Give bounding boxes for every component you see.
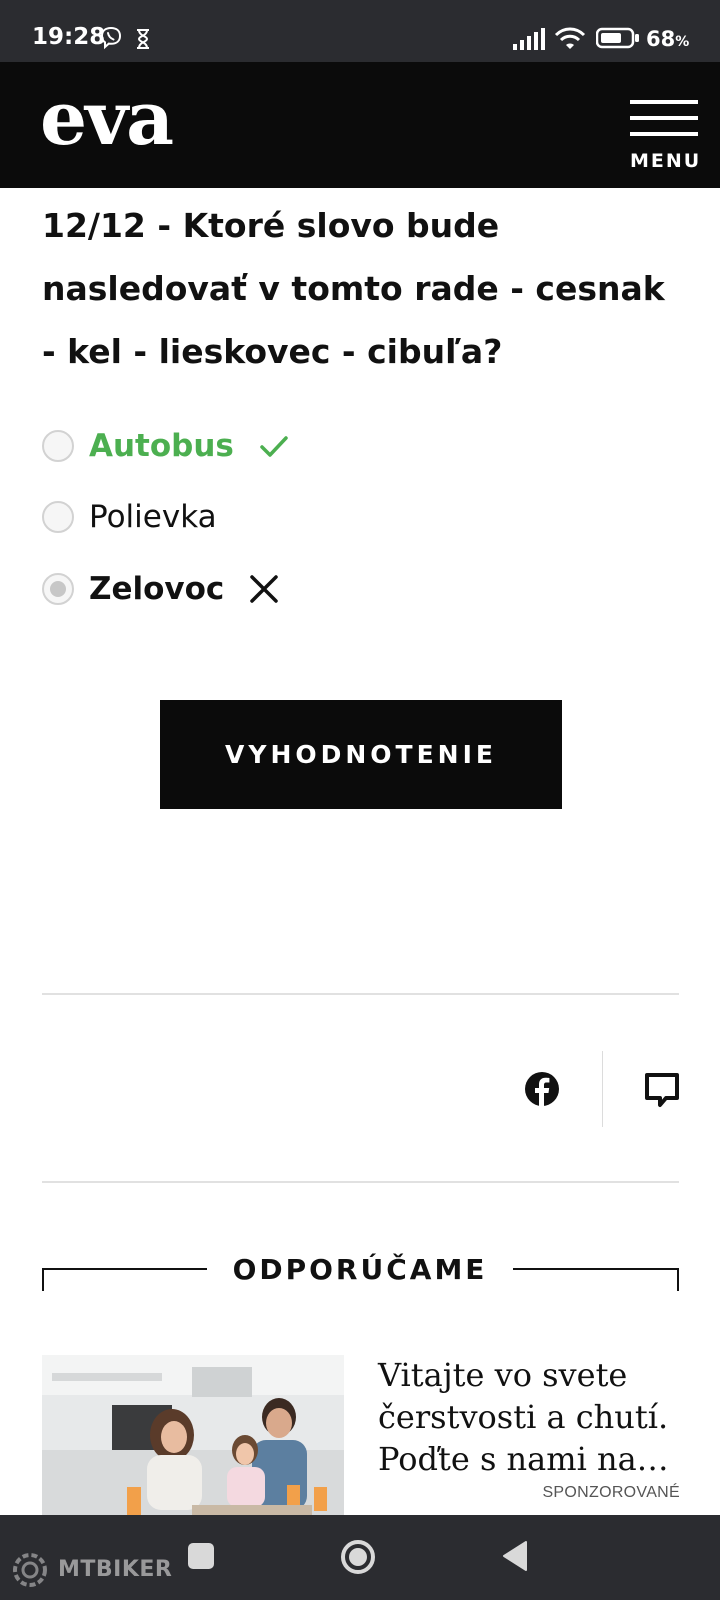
status-bar: 19:28 68% [0,0,720,62]
eva-logo[interactable]: eva [40,82,174,156]
checkmark-icon [260,436,288,457]
answer-label: Polievka [89,499,217,535]
hourglass-icon [137,29,149,49]
divider [42,993,679,995]
answer-option-autobus[interactable]: Autobus [42,424,290,468]
answer-option-zelovoc[interactable]: Zelovoc [42,567,280,611]
site-header: eva MENU [0,62,720,188]
promo-image[interactable] [42,1355,344,1515]
comment-icon[interactable] [644,1072,680,1108]
wifi-icon [554,27,586,49]
back-button[interactable] [500,1539,530,1573]
recent-apps-button[interactable] [188,1543,214,1569]
answer-option-polievka[interactable]: Polievka [42,495,217,539]
radio-button[interactable] [42,501,74,533]
evaluate-button[interactable]: VYHODNOTENIE [160,700,562,809]
home-button[interactable] [339,1538,377,1576]
divider [42,1181,679,1183]
radio-button[interactable] [42,430,74,462]
signal-icon [513,28,545,50]
viber-icon [100,26,122,50]
facebook-icon[interactable] [524,1071,560,1107]
section-title: ODPORÚČAME [207,1250,513,1290]
family-kitchen-photo [42,1355,344,1515]
answer-label: Autobus [89,428,234,464]
status-time: 19:28 [32,24,106,50]
battery-percent: 68% [646,27,690,51]
radio-button-selected[interactable] [42,573,74,605]
cross-icon [250,575,279,603]
promo-headline[interactable]: Vitajte vo svete čerstvosti a chutí. Poď… [378,1354,678,1480]
menu-label: MENU [630,150,702,172]
answer-label: Zelovoc [89,571,225,607]
quiz-question: 12/12 - Ktoré slovo bude nasledovať v to… [42,206,665,371]
share-separator [602,1051,603,1127]
watermark-text: MTBIKER [58,1557,173,1582]
menu-button[interactable]: MENU [622,98,702,172]
hamburger-icon [630,100,698,136]
sponsored-badge: SPONZOROVANÉ [542,1484,680,1501]
battery-icon [596,27,639,49]
